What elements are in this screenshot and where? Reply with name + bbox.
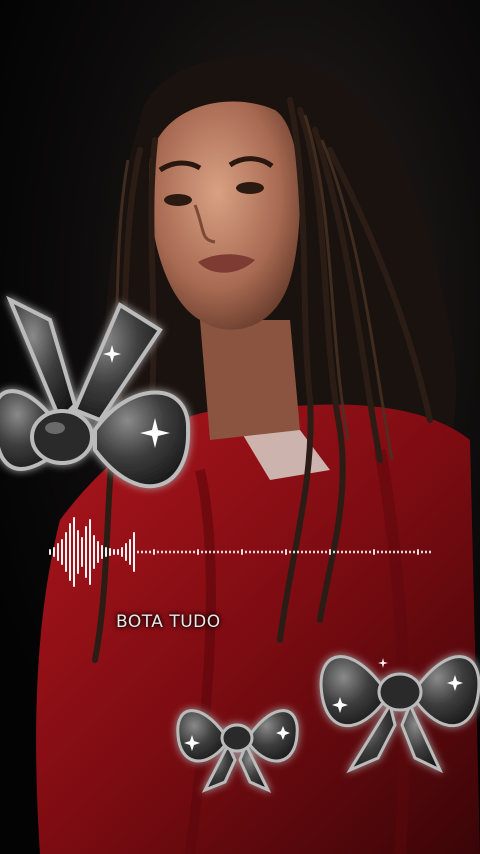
song-title: BOTA TUDO (116, 612, 221, 632)
video-frame (0, 0, 480, 854)
